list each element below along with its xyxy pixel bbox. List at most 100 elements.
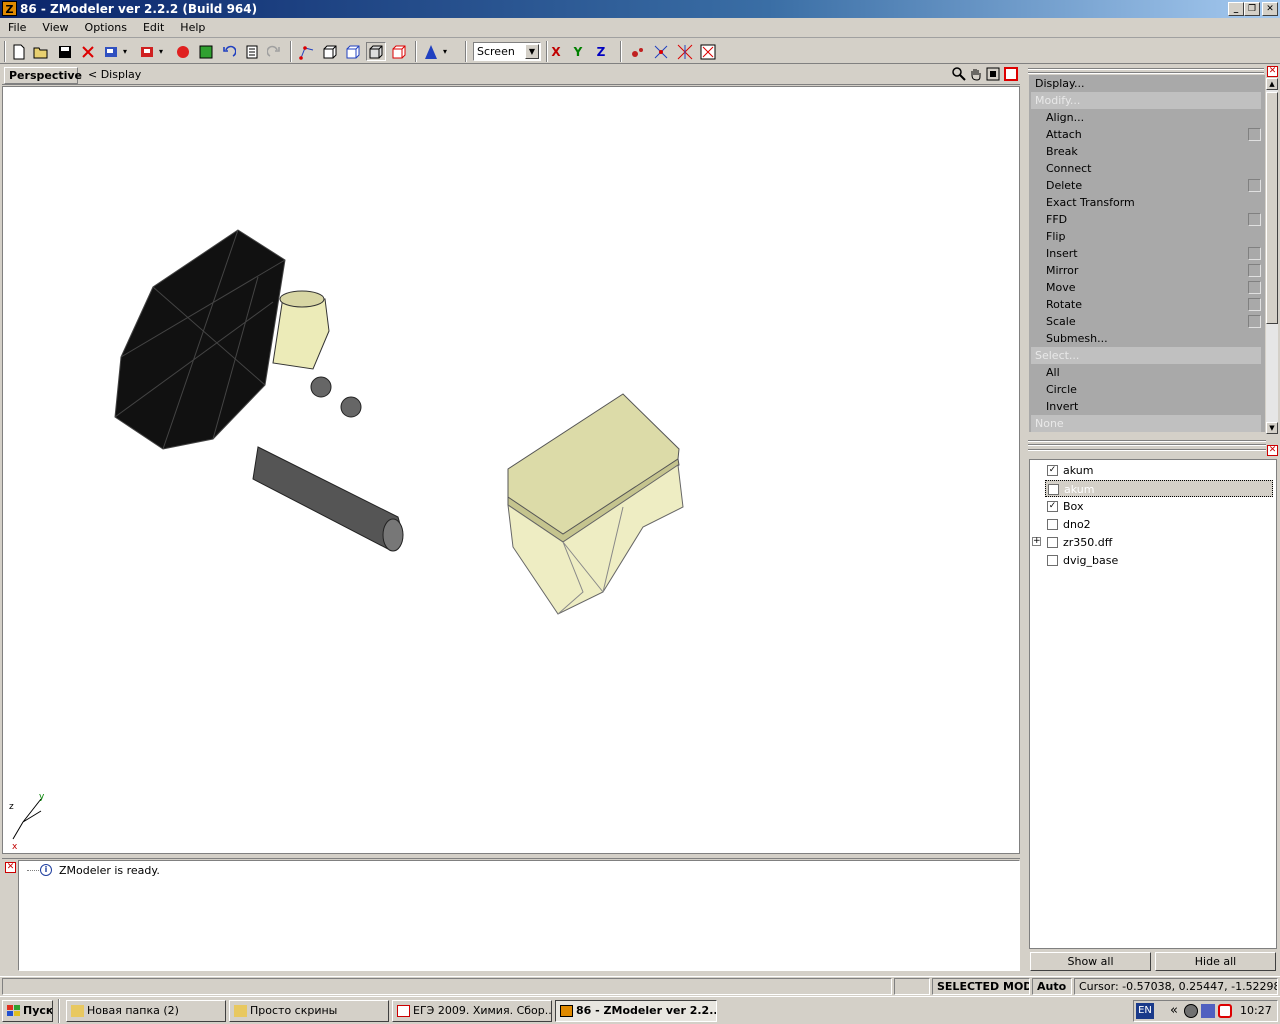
- new-file-icon[interactable]: [9, 42, 29, 61]
- zmodeler-app-icon[interactable]: Z: [2, 1, 17, 16]
- command-option-checkbox[interactable]: [1248, 315, 1261, 328]
- command-flip[interactable]: Flip: [1029, 228, 1265, 245]
- command-exact-transform[interactable]: Exact Transform: [1029, 194, 1265, 211]
- object-mode-icon[interactable]: [343, 42, 363, 61]
- export-icon[interactable]: [137, 42, 157, 61]
- snap-icon[interactable]: [651, 42, 671, 61]
- fit-view-icon[interactable]: [986, 67, 1000, 81]
- paint-icon[interactable]: [628, 42, 648, 61]
- visibility-checkbox[interactable]: [1048, 484, 1059, 495]
- taskbar-button[interactable]: Просто скрины: [229, 1000, 389, 1022]
- tree-item[interactable]: zr350.dff +: [1032, 534, 1273, 551]
- import-icon[interactable]: [101, 42, 121, 61]
- minimize-button[interactable]: _: [1228, 2, 1244, 16]
- uv-mapping-icon[interactable]: [698, 42, 718, 61]
- command-scrollbar[interactable]: ▲ ▼: [1266, 78, 1278, 434]
- command-panel-close-icon[interactable]: ✕: [1267, 66, 1278, 77]
- visibility-checkbox[interactable]: ✓: [1047, 501, 1058, 512]
- language-indicator[interactable]: EN: [1136, 1003, 1154, 1019]
- command-submesh[interactable]: Submesh...: [1029, 330, 1265, 347]
- export-dropdown-icon[interactable]: ▾: [155, 42, 167, 61]
- command-align[interactable]: Align...: [1029, 109, 1265, 126]
- tree-item[interactable]: ✓ Box: [1045, 498, 1273, 515]
- zoom-icon[interactable]: [952, 67, 966, 81]
- command-option-checkbox[interactable]: [1248, 264, 1261, 277]
- command-ffd[interactable]: FFD: [1029, 211, 1265, 228]
- axis-x-toggle[interactable]: X: [546, 42, 566, 61]
- import-dropdown-icon[interactable]: ▾: [119, 42, 131, 61]
- command-select[interactable]: Select...: [1031, 347, 1261, 364]
- log-output[interactable]: i ZModeler is ready.: [18, 860, 1020, 971]
- pivot-dropdown-icon[interactable]: ▾: [439, 42, 451, 61]
- command-all[interactable]: All: [1029, 364, 1265, 381]
- scroll-down-icon[interactable]: ▼: [1266, 422, 1278, 434]
- scroll-up-icon[interactable]: ▲: [1266, 78, 1278, 90]
- viewport-3d[interactable]: z y x: [2, 86, 1020, 854]
- pan-hand-icon[interactable]: [969, 67, 983, 81]
- submesh-mode-icon[interactable]: [389, 42, 409, 61]
- tree-item[interactable]: dno2: [1045, 516, 1273, 533]
- restore-button[interactable]: ❐: [1244, 2, 1260, 16]
- menu-edit[interactable]: Edit: [135, 18, 172, 38]
- vertex-mode-icon[interactable]: [297, 42, 317, 61]
- command-option-checkbox[interactable]: [1248, 179, 1261, 192]
- command-mirror[interactable]: Mirror: [1029, 262, 1265, 279]
- command-insert[interactable]: Insert: [1029, 245, 1265, 262]
- pivot-icon[interactable]: [421, 42, 441, 61]
- command-option-checkbox[interactable]: [1248, 298, 1261, 311]
- visibility-checkbox[interactable]: ✓: [1047, 465, 1058, 476]
- start-button[interactable]: Пуск: [2, 1000, 53, 1022]
- axis-z-toggle[interactable]: Z: [591, 42, 611, 61]
- redo-icon[interactable]: [264, 42, 284, 61]
- command-option-checkbox[interactable]: [1248, 247, 1261, 260]
- command-modify[interactable]: Modify...: [1031, 92, 1261, 109]
- command-invert[interactable]: Invert: [1029, 398, 1265, 415]
- transform-icon[interactable]: [675, 42, 695, 61]
- command-option-checkbox[interactable]: [1248, 128, 1261, 141]
- chevron-down-icon[interactable]: ▼: [525, 44, 539, 59]
- command-break[interactable]: Break: [1029, 143, 1265, 160]
- command-rotate[interactable]: Rotate: [1029, 296, 1265, 313]
- undo-icon[interactable]: [219, 42, 239, 61]
- maximize-viewport-icon[interactable]: [1004, 67, 1018, 81]
- menu-options[interactable]: Options: [77, 18, 135, 38]
- show-all-button[interactable]: Show all: [1030, 952, 1151, 971]
- axis-y-toggle[interactable]: Y: [568, 42, 588, 61]
- tree-item[interactable]: ✓ akum: [1045, 462, 1273, 479]
- tree-item[interactable]: akum: [1045, 480, 1273, 497]
- command-scale[interactable]: Scale: [1029, 313, 1265, 330]
- command-circle[interactable]: Circle: [1029, 381, 1265, 398]
- command-delete[interactable]: Delete: [1029, 177, 1265, 194]
- box-mesh[interactable]: [507, 393, 684, 615]
- visibility-checkbox[interactable]: [1047, 537, 1058, 548]
- menu-file[interactable]: File: [0, 18, 34, 38]
- command-display[interactable]: Display...: [1029, 75, 1265, 92]
- record-icon[interactable]: [173, 42, 193, 61]
- visibility-checkbox[interactable]: [1047, 555, 1058, 566]
- command-attach[interactable]: Attach: [1029, 126, 1265, 143]
- menu-view[interactable]: View: [34, 18, 76, 38]
- face-mode-icon[interactable]: [320, 42, 340, 61]
- command-option-checkbox[interactable]: [1248, 281, 1261, 294]
- wheel-mesh[interactable]: [114, 229, 404, 552]
- image-icon[interactable]: [196, 42, 216, 61]
- taskbar-button[interactable]: ЕГЭ 2009. Химия. Сбор...: [392, 1000, 552, 1022]
- command-connect[interactable]: Connect: [1029, 160, 1265, 177]
- viewport-tab-perspective[interactable]: Perspective: [4, 67, 82, 84]
- tree-item[interactable]: dvig_base: [1045, 552, 1273, 569]
- hide-all-button[interactable]: Hide all: [1155, 952, 1276, 971]
- network-tray-icon[interactable]: [1184, 1004, 1198, 1018]
- tree-close-icon[interactable]: ✕: [1267, 445, 1278, 456]
- group-mode-icon[interactable]: [366, 42, 386, 61]
- log-close-icon[interactable]: ✕: [5, 862, 16, 873]
- scroll-thumb[interactable]: [1266, 92, 1278, 324]
- taskbar-button[interactable]: 86 - ZModeler ver 2.2....: [555, 1000, 717, 1022]
- menu-help[interactable]: Help: [172, 18, 213, 38]
- expand-icon[interactable]: +: [1032, 537, 1041, 546]
- close-button[interactable]: ✕: [1262, 2, 1278, 16]
- properties-icon[interactable]: [242, 42, 262, 61]
- object-tree[interactable]: ✓ akum akum ✓ Box dno2 zr350.dff + dvig_base: [1029, 459, 1277, 949]
- command-option-checkbox[interactable]: [1248, 213, 1261, 226]
- command-none[interactable]: None: [1031, 415, 1261, 432]
- taskbar-button[interactable]: Новая папка (2): [66, 1000, 226, 1022]
